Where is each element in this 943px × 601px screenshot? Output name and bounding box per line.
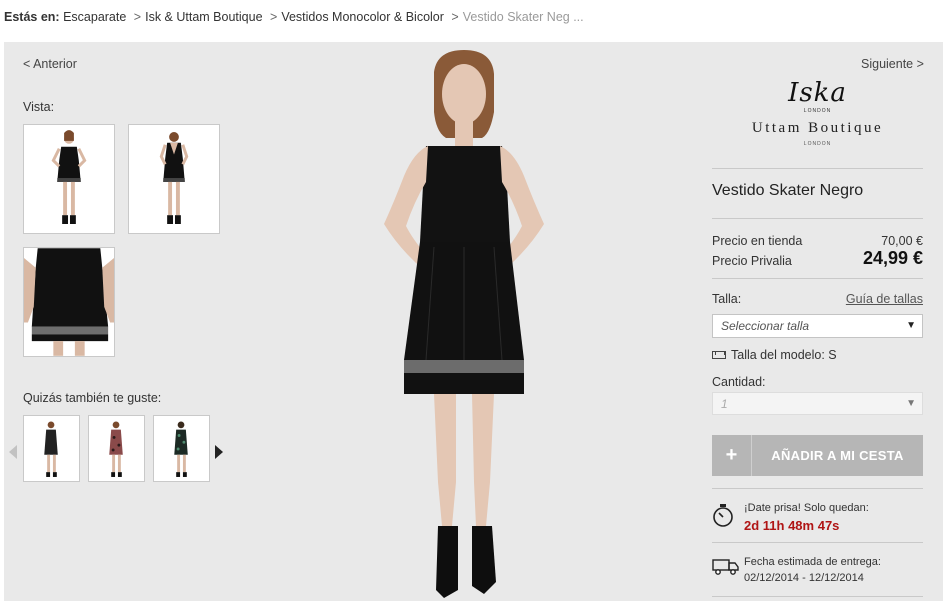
store-price-value: 70,00 € bbox=[881, 234, 923, 248]
privalia-price-row: Precio Privalia 24,99 € bbox=[712, 248, 923, 268]
size-guide-link[interactable]: Guía de tallas bbox=[846, 292, 923, 306]
suggested-product-3[interactable] bbox=[153, 415, 210, 482]
view-thumbnail-back[interactable] bbox=[128, 124, 220, 234]
product-info-panel: Iska LONDON Uttam Boutique LONDON Vestid… bbox=[712, 42, 923, 601]
countdown-timer: 2d 11h 48m 47s bbox=[744, 518, 840, 533]
delivery-label: Fecha estimada de entrega: bbox=[744, 556, 881, 568]
add-to-cart-button[interactable]: + AÑADIR A MI CESTA bbox=[712, 435, 923, 476]
urgency-text: ¡Date prisa! Solo quedan: bbox=[744, 502, 869, 514]
suggested-product-1[interactable] bbox=[23, 415, 80, 482]
model-front-image bbox=[51, 130, 87, 224]
breadcrumb: Estás en: Escaparate > Isk & Uttam Boutiq… bbox=[4, 10, 584, 24]
add-to-cart-label: AÑADIR A MI CESTA bbox=[771, 448, 904, 463]
store-price-label: Precio en tienda bbox=[712, 234, 803, 248]
divider bbox=[712, 278, 923, 279]
delivery-info: Fecha estimada de entrega: 02/12/2014 - … bbox=[712, 556, 923, 588]
suggested-dress-print-image bbox=[109, 421, 123, 477]
breadcrumb-item-brand[interactable]: Isk & Uttam Boutique bbox=[145, 10, 262, 24]
breadcrumb-current: Vestido Skater Neg ... bbox=[462, 10, 584, 24]
suggestions-label: Quizás también te guste: bbox=[23, 391, 162, 405]
brand-logo-boutique: Uttam Boutique bbox=[751, 120, 884, 136]
breadcrumb-item-category[interactable]: Vestidos Monocolor & Bicolor bbox=[281, 10, 444, 24]
ruler-icon bbox=[712, 351, 726, 359]
quantity-value: 1 bbox=[721, 397, 728, 411]
breadcrumb-label: Estás en: bbox=[4, 10, 60, 24]
suggested-dress-floral-image bbox=[174, 421, 188, 477]
privalia-price-label: Precio Privalia bbox=[712, 254, 792, 268]
breadcrumb-separator: > bbox=[451, 10, 459, 24]
divider bbox=[712, 542, 923, 543]
dress-detail-image bbox=[24, 248, 114, 356]
suggestions-prev-arrow-icon[interactable] bbox=[9, 445, 17, 459]
model-size-text: Talla del modelo: S bbox=[731, 348, 837, 362]
breadcrumb-separator: > bbox=[270, 10, 278, 24]
urgency-info: ¡Date prisa! Solo quedan: 2d 11h 48m 47s bbox=[712, 502, 923, 536]
plus-icon: + bbox=[712, 435, 752, 476]
brand-logo-isk: Iska bbox=[788, 78, 847, 108]
stopwatch-icon bbox=[712, 504, 734, 531]
delivery-dates: 02/12/2014 - 12/12/2014 bbox=[744, 572, 864, 584]
suggestions-next-arrow-icon[interactable] bbox=[215, 445, 223, 459]
brand-logo: Iska LONDON Uttam Boutique LONDON bbox=[712, 80, 923, 147]
size-label: Talla: bbox=[712, 292, 742, 306]
divider bbox=[712, 218, 923, 219]
product-name: Vestido Skater Negro bbox=[712, 182, 864, 199]
brand-logo-sub2: LONDON bbox=[803, 141, 832, 147]
breadcrumb-separator: > bbox=[133, 10, 142, 24]
divider bbox=[712, 488, 923, 489]
divider bbox=[712, 596, 923, 597]
product-stage: < Anterior Siguiente > Vista: Quizás tam… bbox=[4, 42, 943, 601]
suggested-dress-black-image bbox=[44, 421, 58, 477]
main-product-image[interactable] bbox=[334, 42, 604, 601]
delivery-truck-icon bbox=[712, 558, 740, 579]
model-size-info: Talla del modelo: S bbox=[712, 348, 837, 362]
view-thumbnail-detail[interactable] bbox=[23, 247, 115, 357]
privalia-price-value: 24,99 € bbox=[862, 248, 923, 268]
size-select[interactable]: Seleccionar talla ▼ bbox=[712, 314, 923, 338]
model-back-image bbox=[159, 132, 189, 224]
previous-product-link[interactable]: < Anterior bbox=[23, 57, 77, 71]
chevron-down-icon: ▼ bbox=[906, 398, 916, 409]
quantity-select[interactable]: 1 ▼ bbox=[712, 392, 923, 415]
chevron-down-icon: ▼ bbox=[906, 320, 916, 331]
breadcrumb-item-escaparate[interactable]: Escaparate bbox=[63, 10, 126, 24]
divider bbox=[712, 168, 923, 169]
suggested-product-2[interactable] bbox=[88, 415, 145, 482]
view-label: Vista: bbox=[23, 100, 55, 114]
store-price-row: Precio en tienda 70,00 € bbox=[712, 234, 923, 248]
view-thumbnail-front[interactable] bbox=[23, 124, 115, 234]
quantity-label: Cantidad: bbox=[712, 375, 766, 389]
size-select-placeholder: Seleccionar talla bbox=[721, 319, 810, 333]
brand-logo-sub1: LONDON bbox=[803, 108, 832, 114]
